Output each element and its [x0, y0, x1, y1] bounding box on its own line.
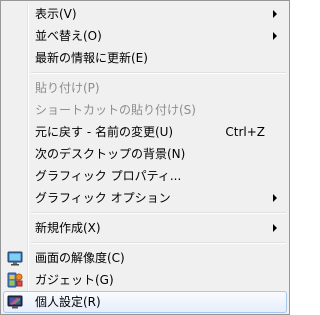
menu-item-new[interactable]: 新規作成(X): [3, 217, 287, 239]
menu-item-screen-resolution-label: 画面の解像度(C): [35, 251, 125, 265]
menu-item-paste-shortcut: ショートカットの貼り付け(S): [3, 99, 287, 121]
menu-item-view[interactable]: 表示(V): [3, 3, 287, 25]
context-menu: 表示(V) 並べ替え(O) 最新の情報に更新(E) 貼り付け(P) ショートカッ…: [0, 0, 290, 315]
submenu-arrow-icon: [273, 194, 277, 202]
menu-item-sort[interactable]: 並べ替え(O): [3, 25, 287, 47]
menu-item-graphics-properties[interactable]: グラフィック プロパティ...: [3, 165, 287, 187]
menu-item-paste: 貼り付け(P): [3, 77, 287, 99]
menu-item-refresh-label: 最新の情報に更新(E): [35, 51, 148, 65]
menu-item-undo-label: 元に戻す - 名前の変更(U): [35, 125, 174, 139]
menu-item-personalize-label: 個人設定(R): [35, 295, 101, 309]
menu-separator: [31, 242, 286, 244]
menu-item-undo-shortcut: Ctrl+Z: [225, 125, 265, 139]
menu-item-graphics-options-label: グラフィック オプション: [35, 191, 171, 205]
menu-item-paste-label: 貼り付け(P): [35, 81, 100, 95]
menu-item-paste-shortcut-label: ショートカットの貼り付け(S): [35, 103, 196, 117]
submenu-arrow-icon: [273, 224, 277, 232]
menu-separator: [31, 212, 286, 214]
menu-item-next-background[interactable]: 次のデスクトップの背景(N): [3, 143, 287, 165]
menu-item-next-background-label: 次のデスクトップの背景(N): [35, 147, 186, 161]
menu-separator: [31, 72, 286, 74]
monitor-icon: [7, 251, 23, 266]
menu-item-personalize[interactable]: 個人設定(R): [3, 291, 287, 313]
submenu-arrow-icon: [273, 10, 277, 18]
menu-item-gadgets[interactable]: ガジェット(G): [3, 269, 287, 291]
gadget-icon: [7, 272, 23, 288]
submenu-arrow-icon: [273, 32, 277, 40]
menu-item-new-label: 新規作成(X): [35, 221, 101, 235]
personalize-icon: [7, 295, 23, 309]
menu-item-graphics-properties-label: グラフィック プロパティ...: [35, 169, 182, 183]
menu-item-gadgets-label: ガジェット(G): [35, 273, 114, 287]
menu-item-screen-resolution[interactable]: 画面の解像度(C): [3, 247, 287, 269]
menu-item-sort-label: 並べ替え(O): [35, 29, 102, 43]
menu-item-undo[interactable]: 元に戻す - 名前の変更(U) Ctrl+Z: [3, 121, 287, 143]
menu-item-refresh[interactable]: 最新の情報に更新(E): [3, 47, 287, 69]
menu-item-view-label: 表示(V): [35, 7, 77, 21]
menu-item-graphics-options[interactable]: グラフィック オプション: [3, 187, 287, 209]
